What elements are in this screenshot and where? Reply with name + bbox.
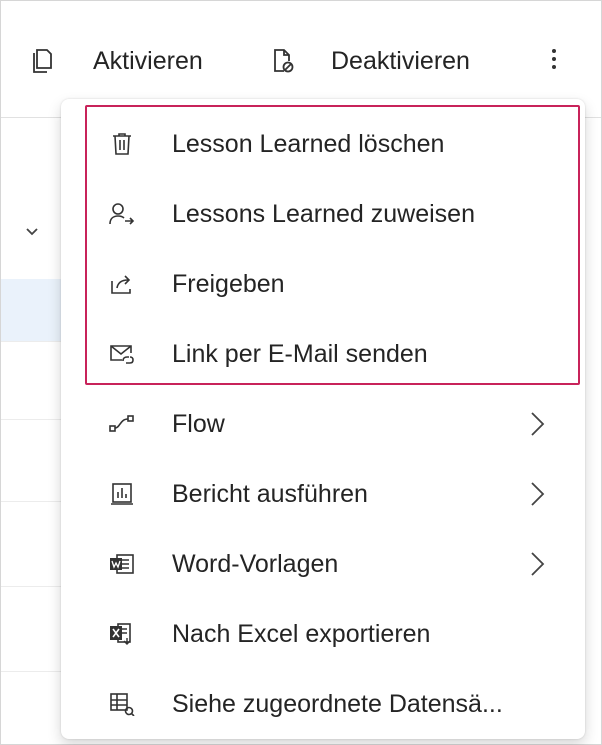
app-frame: Aktivieren Deaktivieren Lesson Learned l… (0, 0, 602, 745)
deactivate-icon (269, 46, 297, 76)
menu-item-share[interactable]: Freigeben (61, 249, 585, 319)
menu-item-assign[interactable]: Lessons Learned zuweisen (61, 179, 585, 249)
column-chevron-down-icon[interactable] (23, 225, 41, 243)
trash-icon (109, 131, 135, 157)
menu-item-label: Freigeben (172, 269, 285, 298)
overflow-menu: Lesson Learned löschen Lessons Learned z… (61, 99, 585, 739)
menu-item-label: Bericht ausführen (172, 479, 368, 508)
email-link-icon (109, 341, 135, 367)
menu-item-label: Word-Vorlagen (172, 549, 339, 578)
menu-item-related-records[interactable]: Siehe zugeordnete Datensä... (61, 669, 585, 739)
deactivate-button[interactable]: Deaktivieren (269, 37, 470, 85)
menu-item-label: Link per E-Mail senden (172, 339, 428, 368)
menu-item-label: Lesson Learned löschen (172, 129, 445, 158)
deactivate-label: Deaktivieren (331, 46, 470, 75)
more-vertical-icon (551, 47, 557, 76)
more-commands-button[interactable] (539, 37, 569, 85)
activate-button[interactable]: Aktivieren (29, 37, 203, 85)
excel-icon (109, 621, 135, 647)
activate-icon (29, 46, 57, 76)
menu-item-run-report[interactable]: Bericht ausführen (61, 459, 585, 529)
word-icon (109, 551, 135, 577)
menu-item-export-excel[interactable]: Nach Excel exportieren (61, 599, 585, 669)
report-icon (109, 481, 135, 507)
menu-item-label: Siehe zugeordnete Datensä... (172, 689, 503, 718)
chevron-right-icon (529, 480, 545, 513)
chevron-right-icon (529, 410, 545, 443)
activate-label: Aktivieren (93, 46, 203, 75)
menu-item-email-link[interactable]: Link per E-Mail senden (61, 319, 585, 389)
related-records-icon (109, 691, 135, 717)
menu-item-word-templates[interactable]: Word-Vorlagen (61, 529, 585, 599)
menu-item-label: Flow (172, 409, 225, 438)
menu-item-label: Lessons Learned zuweisen (172, 199, 475, 228)
menu-item-delete[interactable]: Lesson Learned löschen (61, 109, 585, 179)
share-icon (109, 271, 135, 297)
assign-person-icon (109, 201, 135, 227)
menu-item-flow[interactable]: Flow (61, 389, 585, 459)
flow-icon (109, 411, 135, 437)
menu-item-label: Nach Excel exportieren (172, 619, 431, 648)
chevron-right-icon (529, 550, 545, 583)
